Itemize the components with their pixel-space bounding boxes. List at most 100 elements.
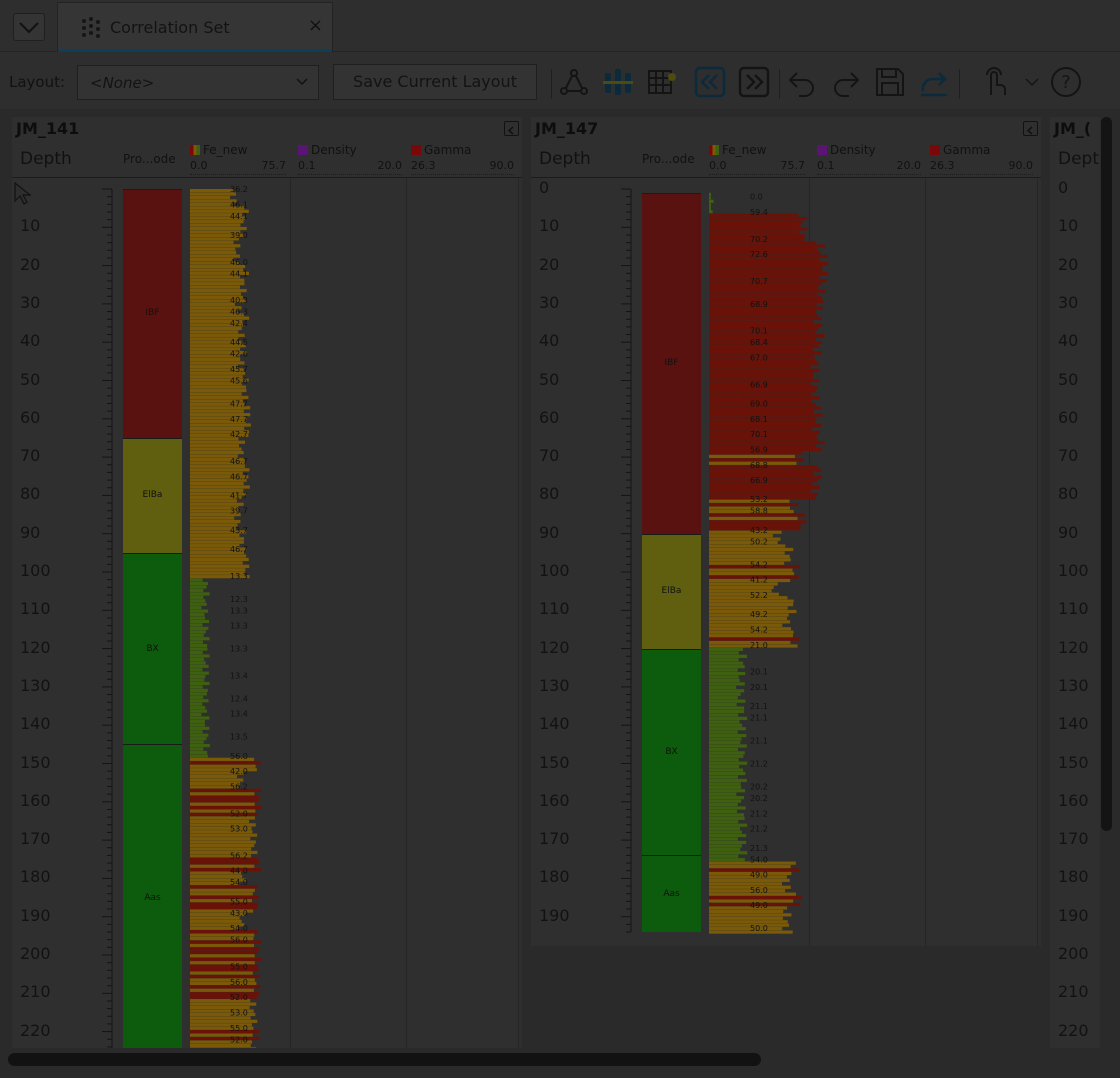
fe-bar xyxy=(709,285,818,290)
export-icon[interactable] xyxy=(917,65,951,99)
product-interval-elba[interactable]: ElBa xyxy=(642,533,701,649)
product-interval-ibf[interactable]: IBF xyxy=(642,192,701,534)
fe-bar xyxy=(709,544,786,548)
fe-bar xyxy=(190,481,244,486)
depth-label: 50 xyxy=(20,369,41,389)
fe-bar xyxy=(709,782,741,786)
fe-bar xyxy=(190,750,208,755)
close-tab-icon[interactable]: × xyxy=(308,16,323,36)
fe-bar xyxy=(709,789,746,793)
depth-label: 190 xyxy=(539,905,570,925)
fe-bar xyxy=(709,792,737,796)
product-interval-bx[interactable]: BX xyxy=(642,648,701,856)
depth-label: 190 xyxy=(1058,905,1089,925)
track-separator xyxy=(518,177,519,1057)
fe-value-label: 52.2 xyxy=(750,591,768,600)
fe-value-label: 68.9 xyxy=(750,300,768,309)
fe-value-label: 42.7 xyxy=(230,430,248,439)
track-header-2[interactable]: Gamma xyxy=(930,143,990,157)
fe-bar xyxy=(190,195,231,200)
fe-bar xyxy=(709,744,747,748)
track-separator xyxy=(1037,177,1038,946)
fe-value-label: 54.2 xyxy=(750,560,768,569)
track-scale: 26.3 90.0 xyxy=(411,159,514,175)
collapse-well-button[interactable] xyxy=(1023,121,1038,136)
fe-bar xyxy=(709,730,738,734)
layout-select[interactable]: <None> xyxy=(77,65,319,100)
collapse-right-button[interactable] xyxy=(737,65,771,99)
fe-bar xyxy=(709,206,711,210)
horizontal-scrollbar[interactable] xyxy=(0,1048,1100,1070)
fe-bar xyxy=(709,665,745,669)
fe-bar xyxy=(190,285,240,289)
depth-label: 0 xyxy=(539,178,550,197)
fe-bar xyxy=(190,630,206,634)
fe-bar xyxy=(709,547,794,552)
fe-value-label: 56.0 xyxy=(750,886,768,895)
fe-bar xyxy=(709,320,814,324)
fe-value-label: 21.2 xyxy=(750,760,768,769)
fe-bar xyxy=(190,971,253,975)
fe-bar xyxy=(709,771,746,776)
depth-column-header: Depth xyxy=(539,149,591,169)
save-current-layout-button[interactable]: Save Current Layout xyxy=(333,64,537,100)
depth-label: 180 xyxy=(539,867,570,887)
product-interval-elba[interactable]: ElBa xyxy=(123,437,182,553)
fe-bar xyxy=(709,192,712,197)
align-wells-icon[interactable] xyxy=(601,65,635,99)
fe-bar xyxy=(709,227,808,231)
fe-bar xyxy=(709,316,823,321)
fe-bar xyxy=(709,778,747,783)
touch-mode-dropdown[interactable] xyxy=(1020,65,1044,99)
fe-bar xyxy=(709,634,793,638)
collapse-panel-button[interactable] xyxy=(13,13,45,41)
fe-bar xyxy=(190,892,253,896)
table-settings-icon[interactable] xyxy=(645,65,679,99)
fe-bar xyxy=(190,985,261,989)
product-interval-ibf[interactable]: IBF xyxy=(123,189,182,438)
collapse-left-button[interactable] xyxy=(693,65,727,99)
horizontal-scroll-thumb[interactable] xyxy=(8,1053,761,1066)
fe-bar xyxy=(190,788,262,792)
fe-bar xyxy=(709,261,829,265)
depth-label: 120 xyxy=(20,637,51,657)
vertical-scroll-thumb[interactable] xyxy=(1101,117,1112,831)
fe-bar xyxy=(190,954,255,958)
fe-value-label: 54.0 xyxy=(230,924,248,933)
fe-bar xyxy=(709,702,737,707)
fe-bar xyxy=(709,747,738,751)
collapse-well-button[interactable] xyxy=(504,121,519,136)
fe-bar xyxy=(709,489,811,493)
fe-value-label: 43.7 xyxy=(230,526,248,535)
fe-bar xyxy=(709,754,744,758)
well-name: JM_141 xyxy=(16,119,80,138)
fe-bar xyxy=(190,502,244,506)
fe-bar xyxy=(709,775,738,779)
undo-icon[interactable] xyxy=(785,65,819,99)
tab-correlation-set[interactable]: Correlation Set × xyxy=(57,2,333,52)
fe-bar xyxy=(190,223,241,227)
fe-bar xyxy=(190,957,262,961)
product-interval-bx[interactable]: BX xyxy=(123,552,182,745)
fe-bar xyxy=(190,609,209,613)
depth-label: 190 xyxy=(20,905,51,925)
fe-bar xyxy=(190,640,203,644)
fe-bar xyxy=(190,602,207,606)
redo-icon[interactable] xyxy=(829,65,863,99)
product-interval-aas[interactable]: Aas xyxy=(642,855,701,932)
fe-bar xyxy=(709,520,807,524)
help-icon[interactable]: ? xyxy=(1049,65,1083,99)
depth-label: 70 xyxy=(539,446,560,466)
network-icon[interactable] xyxy=(557,65,591,99)
fe-bar xyxy=(190,947,260,951)
fe-value-label: 52.0 xyxy=(230,993,248,1002)
fe-value-label: 69.0 xyxy=(750,399,768,408)
product-interval-aas[interactable]: Aas xyxy=(123,744,182,1051)
save-icon[interactable] xyxy=(873,65,907,99)
fe-bar xyxy=(709,827,741,831)
toolbar-separator xyxy=(551,69,552,99)
correlation-panel: JM_141 Depth 10 20 30 40 50 60 70 80 90 100 110 120 13… xyxy=(0,109,1120,1078)
touch-mode-icon[interactable] xyxy=(977,65,1011,99)
fe-new-track: 0.0 59.4 70.2 72.6 70.7 68.9 70.1 68.4 67.0 66.9 6… xyxy=(709,192,829,934)
track-header-2[interactable]: Gamma xyxy=(411,143,471,157)
